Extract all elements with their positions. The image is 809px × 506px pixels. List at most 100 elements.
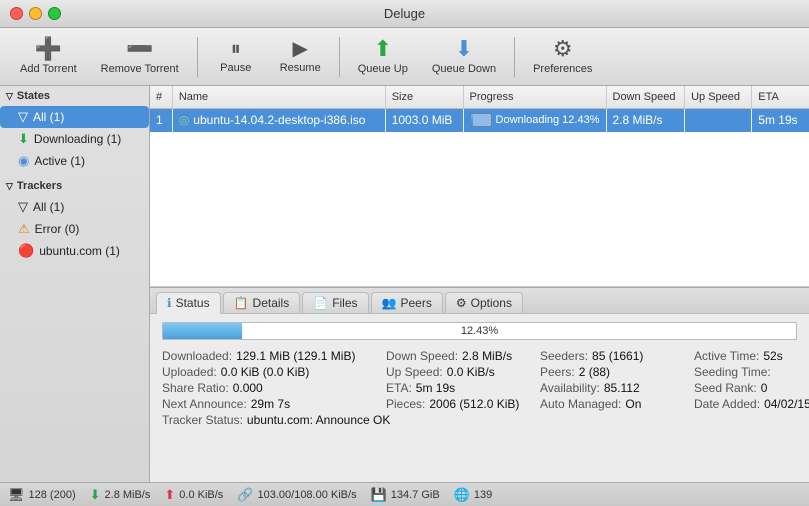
connections-value: 128 (200) <box>29 489 76 501</box>
peers-tab-icon: 👥 <box>382 296 397 310</box>
files-tab-label: Files <box>332 296 357 310</box>
pause-button[interactable]: ⏸ Pause <box>206 35 266 78</box>
remove-torrent-label: Remove Torrent <box>101 63 179 75</box>
sidebar-downloading-label: Downloading (1) <box>34 132 121 146</box>
stat-seeding-time: Seeding Time: <box>694 364 809 380</box>
ubuntu-tracker-icon: 🔴 <box>18 243 34 259</box>
sidebar-item-active[interactable]: ◉ Active (1) <box>0 150 149 172</box>
cell-up-speed <box>685 108 752 132</box>
sidebar-ubuntu-label: ubuntu.com (1) <box>39 244 120 258</box>
stat-tracker-status: Tracker Status: ubuntu.com: Announce OK <box>162 412 382 428</box>
status-down-speed: ⬇ 2.8 MiB/s <box>90 487 151 503</box>
cell-size: 1003.0 MiB <box>385 108 463 132</box>
col-up-speed[interactable]: Up Speed <box>685 86 752 108</box>
toolbar-separator-1 <box>197 37 198 77</box>
disk-icon: 💾 <box>371 487 387 503</box>
stat-auto-managed: Auto Managed: On <box>540 396 690 412</box>
col-num[interactable]: # <box>150 86 172 108</box>
up-speed-value: 0.0 KiB/s <box>179 489 223 501</box>
col-progress[interactable]: Progress <box>463 86 606 108</box>
states-header-label: States <box>17 90 50 102</box>
sidebar: ▽ States ▽ All (1) ⬇ Downloading (1) ◉ A… <box>0 86 150 482</box>
tab-options[interactable]: ⚙ Options <box>445 292 523 313</box>
maximize-button[interactable] <box>48 7 61 20</box>
details-tab-icon: 📋 <box>234 296 249 310</box>
bottom-content: 12.43% Downloaded: 129.1 MiB (129.1 MiB)… <box>150 314 809 482</box>
status-tab-icon: ℹ <box>167 296 172 310</box>
sidebar-item-downloading[interactable]: ⬇ Downloading (1) <box>0 128 149 150</box>
status-up-speed: ⬆ 0.0 KiB/s <box>164 487 223 503</box>
pause-label: Pause <box>220 62 251 74</box>
details-tab-label: Details <box>253 296 290 310</box>
sidebar-all-states-label: All (1) <box>33 110 64 124</box>
stat-pieces: Pieces: 2006 (512.0 KiB) <box>386 396 536 412</box>
trackers-header-label: Trackers <box>17 180 62 192</box>
status-tab-label: Status <box>176 296 210 310</box>
tab-peers[interactable]: 👥 Peers <box>371 292 443 313</box>
cell-num: 1 <box>150 108 172 132</box>
toolbar: ➕ Add Torrent ➖ Remove Torrent ⏸ Pause ▶… <box>0 28 809 86</box>
queue-down-button[interactable]: ⬇ Queue Down <box>422 34 506 79</box>
stats-grid: Downloaded: 129.1 MiB (129.1 MiB) Upload… <box>162 348 797 428</box>
stat-seed-rank: Seed Rank: 0 <box>694 380 809 396</box>
queue-up-button[interactable]: ⬆ Queue Up <box>348 34 418 79</box>
stat-next-announce: Next Announce: 29m 7s <box>162 396 382 412</box>
bottom-panel: ℹ Status 📋 Details 📄 Files 👥 Peers ⚙ <box>150 287 809 482</box>
up-speed-icon: ⬆ <box>164 487 175 503</box>
queue-up-label: Queue Up <box>358 63 408 75</box>
stats-col1: Downloaded: 129.1 MiB (129.1 MiB) Upload… <box>162 348 382 428</box>
down-speed-icon: ⬇ <box>90 487 101 503</box>
all-trackers-icon: ▽ <box>18 199 28 215</box>
sidebar-item-ubuntu[interactable]: 🔴 ubuntu.com (1) <box>0 240 149 262</box>
sidebar-item-all-states[interactable]: ▽ All (1) <box>0 106 149 128</box>
stats-col4: Active Time: 52s Seeding Time: Seed Rank… <box>694 348 809 428</box>
stat-eta: ETA: 5m 19s <box>386 380 536 396</box>
stat-downloaded: Downloaded: 129.1 MiB (129.1 MiB) <box>162 348 382 364</box>
peers-total-icon: 🌐 <box>454 487 470 503</box>
close-button[interactable] <box>10 7 23 20</box>
status-disk: 💾 134.7 GiB <box>371 487 440 503</box>
cell-down-speed: 2.8 MiB/s <box>606 108 685 132</box>
cell-progress: Downloading 12.43% <box>463 108 606 132</box>
downloading-icon: ⬇ <box>18 131 29 147</box>
stat-peers: Peers: 2 (88) <box>540 364 690 380</box>
preferences-button[interactable]: ⚙ Preferences <box>523 34 602 79</box>
options-tab-icon: ⚙ <box>456 296 467 310</box>
add-torrent-button[interactable]: ➕ Add Torrent <box>10 34 87 79</box>
sidebar-active-label: Active (1) <box>34 154 85 168</box>
minimize-button[interactable] <box>29 7 42 20</box>
add-torrent-label: Add Torrent <box>20 63 77 75</box>
remove-icon: ➖ <box>126 38 153 60</box>
peers-total-value: 139 <box>474 489 492 501</box>
stat-up-speed: Up Speed: 0.0 KiB/s <box>386 364 536 380</box>
tab-details[interactable]: 📋 Details <box>223 292 301 313</box>
resume-icon: ▶ <box>293 39 308 59</box>
stat-uploaded: Uploaded: 0.0 KiB (0.0 KiB) <box>162 364 382 380</box>
sidebar-item-all-trackers[interactable]: ▽ All (1) <box>0 196 149 218</box>
col-down-speed[interactable]: Down Speed <box>606 86 685 108</box>
cell-eta: 5m 19s <box>752 108 809 132</box>
resume-label: Resume <box>280 62 321 74</box>
stat-seeders: Seeders: 85 (1661) <box>540 348 690 364</box>
tab-files[interactable]: 📄 Files <box>302 292 368 313</box>
stat-share-ratio: Share Ratio: 0.000 <box>162 380 382 396</box>
tab-status[interactable]: ℹ Status <box>156 292 221 314</box>
connections-icon: 🖥 <box>8 487 25 503</box>
app-title: Deluge <box>384 6 425 21</box>
table-row[interactable]: 1 ◎ubuntu-14.04.2-desktop-i386.iso 1003.… <box>150 108 809 132</box>
status-bandwidth: 🔗 103.00/108.00 KiB/s <box>237 487 356 503</box>
col-name[interactable]: Name <box>172 86 385 108</box>
remove-torrent-button[interactable]: ➖ Remove Torrent <box>91 34 189 79</box>
torrent-table: # Name Size Progress Down Speed Up Speed… <box>150 86 809 287</box>
queue-down-icon: ⬇ <box>455 38 473 60</box>
status-bar: 🖥 128 (200) ⬇ 2.8 MiB/s ⬆ 0.0 KiB/s 🔗 10… <box>0 482 809 506</box>
col-size[interactable]: Size <box>385 86 463 108</box>
sidebar-item-error[interactable]: ⚠ Error (0) <box>0 218 149 240</box>
queue-up-icon: ⬆ <box>374 38 392 60</box>
stat-down-speed: Down Speed: 2.8 MiB/s <box>386 348 536 364</box>
down-speed-value: 2.8 MiB/s <box>105 489 151 501</box>
title-bar: Deluge <box>0 0 809 28</box>
col-eta[interactable]: ETA <box>752 86 809 108</box>
resume-button[interactable]: ▶ Resume <box>270 35 331 78</box>
add-icon: ➕ <box>35 38 62 60</box>
